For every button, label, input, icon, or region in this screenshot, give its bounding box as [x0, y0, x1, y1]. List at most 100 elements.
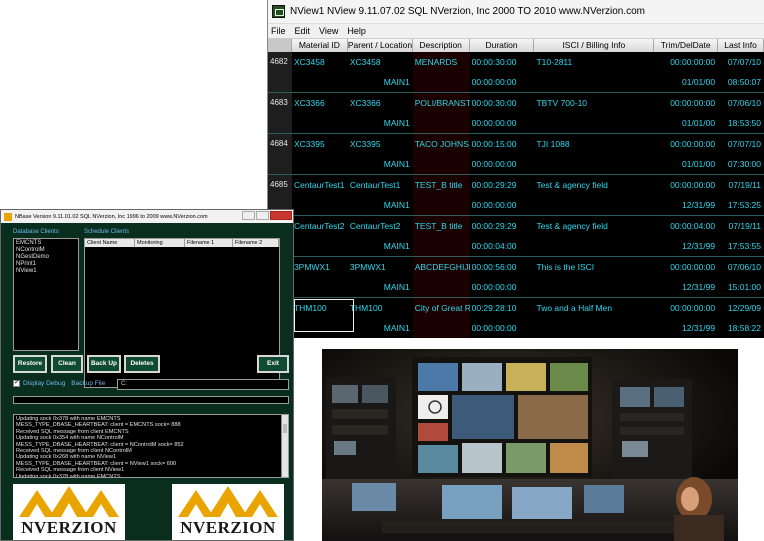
cell-trim[interactable]: 00:00:00:00 [654, 298, 718, 318]
cell-last-info-2[interactable]: 18:53:50 [718, 113, 764, 133]
cell-duration[interactable]: 00:00:30:00 [470, 93, 535, 113]
cell-location[interactable]: MAIN1 [348, 154, 413, 174]
cell-description[interactable]: City of Great Rac [412, 298, 470, 318]
cell-duration-2[interactable]: 00:00:00:00 [470, 113, 535, 133]
cell-location[interactable]: MAIN1 [348, 72, 413, 92]
cell-last-info-2[interactable]: 17:53:25 [718, 195, 764, 215]
cell-isci[interactable]: TJI 1088 [534, 134, 654, 154]
cell-trim-2[interactable]: 12/31/99 [654, 195, 718, 215]
col-filename-2[interactable]: Filename 2 [233, 239, 279, 247]
nbase-titlebar[interactable]: NBase Version 9.11.01.02 SQL NVerzion, I… [1, 210, 293, 223]
menu-view[interactable]: View [319, 26, 338, 36]
cell-last-info[interactable]: 07/06/10 [718, 257, 764, 277]
cell-parent[interactable]: CentaurTest2 [348, 216, 413, 236]
cell-trim-2[interactable]: 01/01/00 [654, 154, 718, 174]
cell-material-id[interactable]: CentaurTest1 [292, 175, 348, 195]
cell-last-info-2[interactable]: 07:30:00 [718, 154, 764, 174]
cell-location[interactable]: MAIN1 [348, 195, 413, 215]
cell-trim[interactable]: 00:00:00:00 [654, 52, 718, 72]
table-row[interactable]: 4685 CentaurTest1 CentaurTest1 TEST_B title… [268, 175, 764, 216]
exit-button[interactable]: Exit [257, 355, 289, 373]
cell-last-info-2[interactable]: 08:50:07 [718, 72, 764, 92]
table-row[interactable]: 4686CentaurTest2CentaurTest2TEST_B title… [268, 216, 764, 257]
cell-material-id[interactable]: CentaurTest2 [292, 216, 348, 236]
row-id[interactable]: 4684 [268, 134, 292, 154]
cell-description[interactable]: ABCDEFGHIJKL [412, 257, 470, 277]
cell-parent[interactable]: XC3366 [348, 93, 413, 113]
list-item[interactable]: NView1 [16, 268, 76, 275]
backup-button[interactable]: Back Up [87, 355, 121, 373]
nview-titlebar[interactable]: NView1 NView 9.11.07.02 SQL NVerzion, In… [268, 0, 764, 24]
cell-trim-2[interactable]: 01/01/00 [654, 113, 718, 133]
cell-parent[interactable]: THM100 [348, 298, 413, 318]
cell-location[interactable]: MAIN1 [348, 113, 413, 133]
cell-parent[interactable]: 3PMWX1 [348, 257, 413, 277]
cell-trim[interactable]: 00:00:00:00 [654, 134, 718, 154]
cell-trim-2[interactable]: 01/01/00 [654, 72, 718, 92]
cell-duration-2[interactable]: 00:00:00:00 [470, 318, 535, 338]
header-description[interactable]: Description [412, 39, 470, 52]
table-row[interactable]: 4684 XC3395 XC3395 TACO JOHNS 00:00:15:00 TJI… [268, 134, 764, 175]
cell-material-id[interactable]: XC3366 [292, 93, 348, 113]
log-scrollbar[interactable] [281, 415, 288, 477]
list-item[interactable]: EMCNTS [16, 240, 76, 247]
deletes-button[interactable]: Deletes [124, 355, 160, 373]
backup-file-input[interactable]: C: [117, 379, 289, 390]
header-isci-billing[interactable]: ISCI / Billing Info [534, 39, 655, 52]
cell-duration[interactable]: 00:00:30:00 [470, 52, 535, 72]
cell-isci[interactable]: Test & agency field [534, 175, 654, 195]
cell-location[interactable]: MAIN1 [348, 236, 413, 256]
table-row[interactable]: 3PMWX13PMWX1ABCDEFGHIJKL00:00:56:00This … [268, 257, 764, 298]
cell-description[interactable]: POLI/BRANSTA [412, 93, 470, 113]
cell-trim[interactable]: 00:00:00:00 [654, 93, 718, 113]
cell-last-info-2[interactable]: 15:01:00 [718, 277, 764, 297]
cell-trim[interactable]: 00:00:04:00 [654, 216, 718, 236]
table-row[interactable]: 4682 XC3458 XC3458 MENARDS 00:00:30:00 T10-28… [268, 52, 764, 93]
display-debug-checkbox[interactable] [13, 378, 20, 387]
cell-parent[interactable]: CentaurTest1 [348, 175, 413, 195]
cell-material-id[interactable]: 3PMWX1 [292, 257, 348, 277]
cell-trim[interactable]: 00:00:00:00 [654, 175, 718, 195]
header-parent-location[interactable]: Parent / Location [347, 39, 413, 52]
cell-isci[interactable]: T10-2811 [534, 52, 654, 72]
db-clients-list[interactable]: EMCNTS NControlM NGestDemo NPrint1 NView… [13, 238, 79, 351]
cell-last-info-2[interactable]: 17:53:55 [718, 236, 764, 256]
cell-location[interactable]: MAIN1 [348, 318, 413, 338]
row-id[interactable]: 4683 [268, 93, 292, 113]
cell-material-id[interactable]: XC3458 [292, 52, 348, 72]
cell-description[interactable]: MENARDS [412, 52, 470, 72]
cell-duration[interactable]: 00:00:29:29 [470, 216, 535, 236]
minimize-button[interactable] [242, 211, 255, 220]
cell-duration-2[interactable]: 00:00:00:00 [470, 72, 535, 92]
cell-duration-2[interactable]: 00:00:00:00 [470, 195, 535, 215]
cell-parent[interactable]: XC3458 [348, 52, 413, 72]
row-id[interactable]: 4682 [268, 52, 292, 72]
table-row[interactable]: 4683XC3366XC3366POLI/BRANSTA00:00:30:00T… [268, 93, 764, 134]
header-duration[interactable]: Duration [469, 39, 535, 52]
cell-last-info[interactable]: 07/07/10 [718, 52, 764, 72]
menu-file[interactable]: File [271, 26, 286, 36]
cell-duration[interactable]: 00:29:28:10 [470, 298, 535, 318]
cell-duration-2[interactable]: 00:00:04:00 [470, 236, 535, 256]
cell-trim-2[interactable]: 12/31/99 [654, 277, 718, 297]
menu-help[interactable]: Help [347, 26, 366, 36]
cell-duration-2[interactable]: 00:00:00:00 [470, 154, 535, 174]
col-monitoring[interactable]: Monitoring [135, 239, 185, 247]
clean-button[interactable]: Clean [51, 355, 83, 373]
header-last-info[interactable]: Last Info [718, 39, 764, 52]
cell-last-info[interactable]: 12/29/09 [718, 298, 764, 318]
list-item[interactable]: NControlM [16, 247, 76, 254]
cell-last-info[interactable]: 07/07/10 [718, 134, 764, 154]
cell-last-info[interactable]: 07/19/11 [718, 216, 764, 236]
col-client-name[interactable]: Client Name [85, 239, 135, 247]
cell-trim-2[interactable]: 12/31/99 [654, 236, 718, 256]
cell-isci[interactable]: This is the ISCI [534, 257, 654, 277]
cell-duration[interactable]: 00:00:29:29 [470, 175, 535, 195]
cell-description[interactable]: TEST_B title [412, 175, 470, 195]
list-item[interactable]: NPrint1 [16, 261, 76, 268]
header-trim-deldate[interactable]: Trim/DelDate [654, 39, 719, 52]
col-filename-1[interactable]: Filename 1 [185, 239, 233, 247]
cell-isci[interactable]: Two and a Half Men [534, 298, 654, 318]
cell-description[interactable]: TACO JOHNS [412, 134, 470, 154]
cell-last-info[interactable]: 07/06/10 [718, 93, 764, 113]
